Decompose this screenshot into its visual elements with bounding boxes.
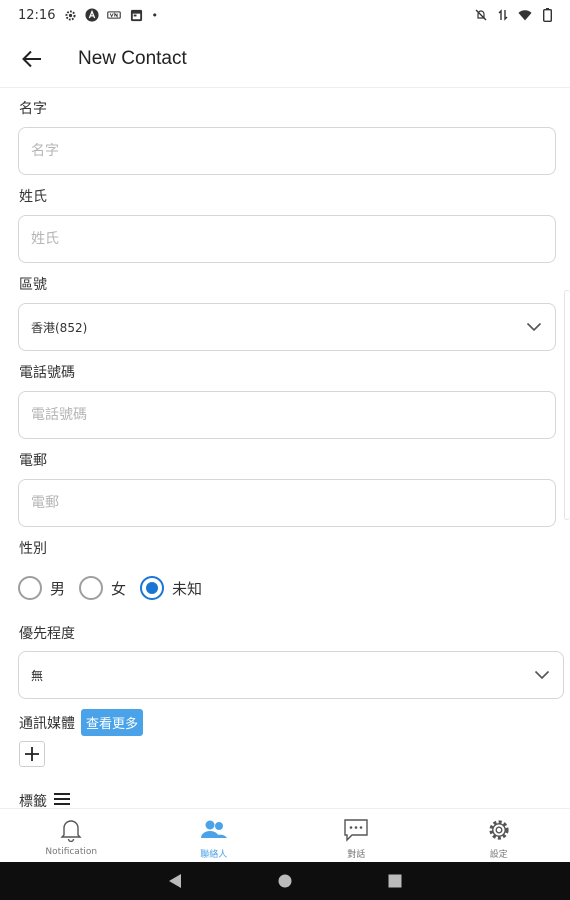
- bottom-nav: Notification 聯絡人 對話 設定: [0, 808, 570, 862]
- nav-label: 對話: [347, 850, 366, 860]
- settings-icon: [485, 817, 513, 843]
- last-name-input[interactable]: [31, 231, 543, 247]
- bell-icon: [57, 817, 85, 843]
- chevron-down-icon: [533, 666, 551, 684]
- add-media-button[interactable]: [19, 741, 45, 767]
- see-more-button[interactable]: 查看更多: [81, 709, 144, 736]
- email-field-box: [18, 479, 556, 527]
- chat-icon: [342, 817, 370, 843]
- status-time: 12:16: [18, 7, 56, 23]
- media-label: 通訊媒體: [19, 715, 75, 732]
- menu-lines-icon[interactable]: [53, 792, 71, 808]
- contacts-icon: [200, 817, 228, 843]
- last-name-label: 姓氏: [19, 189, 47, 205]
- email-input[interactable]: [31, 495, 543, 511]
- nav-item-notification[interactable]: Notification: [0, 809, 143, 862]
- gender-option-female[interactable]: 女: [79, 576, 126, 600]
- plus-icon: [25, 747, 39, 761]
- first-name-input[interactable]: [31, 143, 543, 159]
- first-name-label: 名字: [19, 101, 47, 117]
- last-name-field-box: [18, 215, 556, 263]
- system-home-icon[interactable]: [270, 866, 300, 896]
- gender-option-label: 男: [50, 579, 66, 598]
- gender-option-label: 女: [111, 579, 127, 598]
- phone-label: 電話號碼: [19, 365, 75, 381]
- area-code-select[interactable]: 香港(852): [18, 303, 556, 351]
- status-left: 12:16 •: [18, 8, 158, 23]
- phone-input[interactable]: [31, 407, 543, 423]
- area-code-label: 區號: [19, 277, 47, 293]
- data-arrows-icon: [496, 8, 510, 22]
- status-bar: 12:16 •: [0, 0, 570, 30]
- gender-radio-group: 男 女 未知: [18, 576, 202, 600]
- gender-option-male[interactable]: 男: [18, 576, 65, 600]
- email-label: 電郵: [19, 453, 47, 469]
- back-button[interactable]: [12, 39, 52, 79]
- page-title: New Contact: [78, 47, 187, 69]
- nav-item-settings[interactable]: 設定: [428, 809, 570, 862]
- system-nav-bar: [0, 862, 570, 900]
- gender-option-label: 未知: [172, 579, 203, 598]
- phone-field-box: [18, 391, 556, 439]
- a-circle-icon: [85, 8, 100, 22]
- first-name-field-box: [18, 127, 556, 175]
- vpn-icon: [107, 8, 122, 22]
- priority-select[interactable]: 無: [18, 651, 564, 699]
- mute-icon: [474, 8, 488, 22]
- system-back-icon[interactable]: [160, 866, 190, 896]
- nav-label: 設定: [489, 850, 508, 860]
- tags-label: 標籤: [19, 794, 47, 808]
- battery-icon: [540, 8, 554, 22]
- priority-label: 優先程度: [19, 626, 75, 642]
- priority-value: 無: [31, 668, 44, 683]
- radio-unchecked-icon: [79, 576, 104, 600]
- chevron-down-icon: [525, 318, 543, 336]
- nav-item-contacts[interactable]: 聯絡人: [143, 809, 286, 862]
- app-bar: New Contact: [0, 30, 570, 88]
- system-recents-icon[interactable]: [380, 866, 410, 896]
- calendar-icon: [129, 8, 143, 22]
- wifi-icon: [518, 8, 532, 22]
- area-code-value: 香港(852): [31, 320, 88, 335]
- tags-row: 標籤: [19, 791, 71, 808]
- scroll-indicator: [564, 290, 570, 520]
- contact-form: 名字 姓氏 區號 香港(852) 電話號碼 電郵 性別 男 女 未知 優: [0, 88, 570, 808]
- status-dot: •: [151, 8, 158, 22]
- nav-label: Notification: [45, 847, 98, 857]
- nav-label: 聯絡人: [200, 850, 228, 860]
- arrow-left-icon: [22, 50, 41, 67]
- status-right: [474, 8, 554, 22]
- media-row: 通訊媒體 查看更多: [19, 709, 144, 736]
- radio-checked-icon: [140, 576, 165, 600]
- settings-gear-icon: [63, 8, 77, 22]
- radio-unchecked-icon: [18, 576, 42, 600]
- gender-label: 性別: [19, 541, 47, 557]
- gender-option-unknown[interactable]: 未知: [140, 576, 202, 600]
- nav-item-chat[interactable]: 對話: [285, 809, 428, 862]
